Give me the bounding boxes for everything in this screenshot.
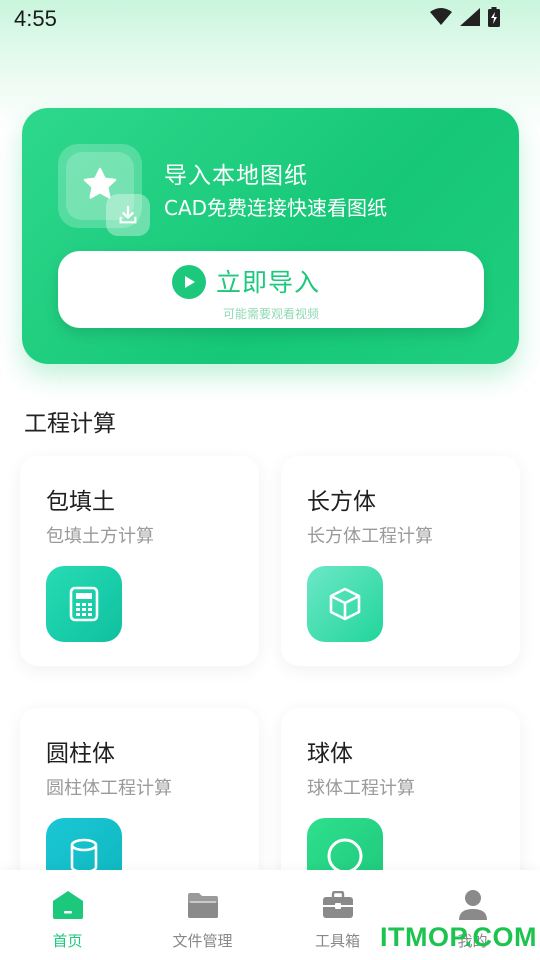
import-button-label: 立即导入 <box>216 268 321 297</box>
home-icon <box>51 888 85 922</box>
card-title: 包填土 <box>46 489 115 515</box>
status-bar: 4:55 <box>0 0 540 38</box>
site-watermark: ITMOP.COM <box>380 922 538 952</box>
signal-icon <box>460 8 480 30</box>
folder-icon <box>186 888 220 922</box>
nav-label: 首页 <box>52 932 83 950</box>
status-time: 4:55 <box>14 6 57 31</box>
calculator-icon <box>46 566 122 642</box>
wifi-icon <box>430 8 452 30</box>
banner-title: 导入本地图纸 <box>164 163 308 189</box>
section-title: 工程计算 <box>24 411 116 437</box>
card-subtitle: 圆柱体工程计算 <box>46 778 172 799</box>
import-button-hint: 可能需要观看视频 <box>222 307 319 321</box>
battery-icon <box>488 7 500 31</box>
banner-subtitle: CAD免费连接快速看图纸 <box>164 196 388 220</box>
card-fill-soil[interactable]: 包填土 包填土方计算 <box>20 456 259 666</box>
status-icons <box>430 7 500 31</box>
card-subtitle: 包填土方计算 <box>46 526 154 547</box>
card-subtitle: 球体工程计算 <box>307 778 415 799</box>
import-now-button[interactable]: 立即导入 可能需要观看视频 <box>58 251 484 328</box>
nav-label: 工具箱 <box>314 932 360 950</box>
card-title: 球体 <box>307 741 353 767</box>
card-cuboid[interactable]: 长方体 长方体工程计算 <box>281 456 520 666</box>
card-title: 圆柱体 <box>46 741 115 767</box>
nav-label: 文件管理 <box>172 932 233 950</box>
download-icon <box>106 194 150 236</box>
user-icon <box>456 888 490 922</box>
card-title: 长方体 <box>307 489 376 515</box>
card-subtitle: 长方体工程计算 <box>307 526 433 547</box>
toolbox-icon <box>321 888 355 922</box>
import-banner: 导入本地图纸 CAD免费连接快速看图纸 立即导入 可能需要观看视频 <box>22 108 519 364</box>
play-icon <box>172 265 206 299</box>
cube-icon <box>307 566 383 642</box>
nav-item-home[interactable]: 首页 <box>0 870 135 960</box>
nav-item-file-management[interactable]: 文件管理 <box>135 870 270 960</box>
